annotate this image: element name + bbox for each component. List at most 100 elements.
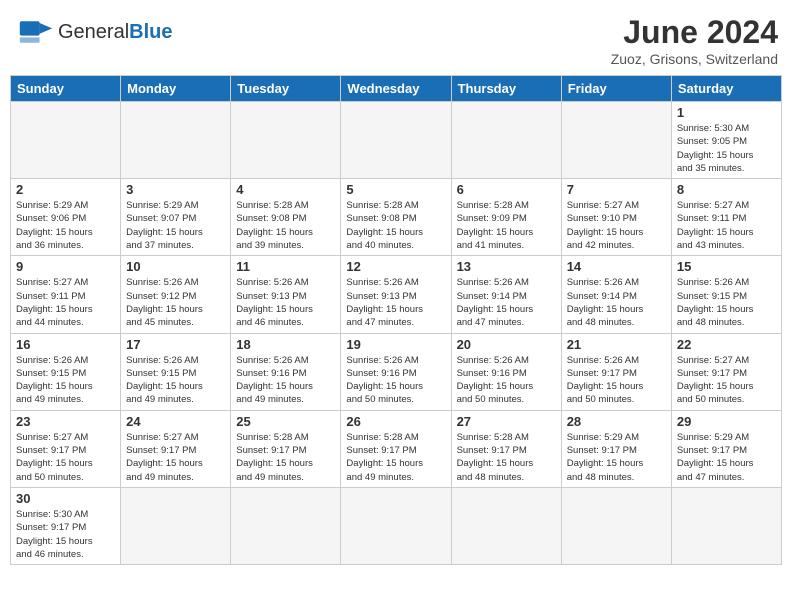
sun-info: Sunrise: 5:26 AM Sunset: 9:15 PM Dayligh… (126, 354, 225, 407)
calendar-cell: 22Sunrise: 5:27 AM Sunset: 9:17 PM Dayli… (671, 333, 781, 410)
day-number: 19 (346, 337, 445, 352)
weekday-header-friday: Friday (561, 76, 671, 102)
calendar-cell: 4 Sunrise: 5:28 AM Sunset: 9:08 PM Daylig… (231, 179, 341, 256)
sun-info: Sunrise: 5:29 AM Sunset: 9:17 PM Dayligh… (567, 431, 666, 484)
sun-info: Sunrise: 5:28 AM Sunset: 9:17 PM Dayligh… (457, 431, 556, 484)
day-number: 20 (457, 337, 556, 352)
calendar-cell: 9Sunrise: 5:27 AM Sunset: 9:11 PM Daylig… (11, 256, 121, 333)
day-number: 5 (346, 182, 445, 197)
sun-info: Sunrise: 5:26 AM Sunset: 9:16 PM Dayligh… (346, 354, 445, 407)
sun-info: Sunrise: 5:27 AM Sunset: 9:17 PM Dayligh… (677, 354, 776, 407)
sun-info: Sunrise: 5:29 AM Sunset: 9:17 PM Dayligh… (677, 431, 776, 484)
calendar-cell: 5Sunrise: 5:28 AM Sunset: 9:08 PM Daylig… (341, 179, 451, 256)
calendar-cell: 14 Sunrise: 5:26 AM Sunset: 9:14 PM Dayli… (561, 256, 671, 333)
sun-info: Sunrise: 5:27 AM Sunset: 9:17 PM Dayligh… (16, 431, 115, 484)
calendar-cell: 3Sunrise: 5:29 AM Sunset: 9:07 PM Daylig… (121, 179, 231, 256)
day-number: 25 (236, 414, 335, 429)
calendar-cell: 28 Sunrise: 5:29 AM Sunset: 9:17 PM Dayli… (561, 410, 671, 487)
calendar-cell: 21 Sunrise: 5:26 AM Sunset: 9:17 PM Dayli… (561, 333, 671, 410)
calendar-cell: 26 Sunrise: 5:28 AM Sunset: 9:17 PM Dayli… (341, 410, 451, 487)
sun-info: Sunrise: 5:26 AM Sunset: 9:13 PM Dayligh… (236, 276, 335, 329)
calendar-cell (231, 102, 341, 179)
calendar-cell: 20 Sunrise: 5:26 AM Sunset: 9:16 PM Dayli… (451, 333, 561, 410)
day-number: 23 (16, 414, 115, 429)
weekday-header-thursday: Thursday (451, 76, 561, 102)
calendar-cell: 1 Sunrise: 5:30 AM Sunset: 9:05 PM Daylig… (671, 102, 781, 179)
weekday-header-wednesday: Wednesday (341, 76, 451, 102)
calendar-week-row: 9Sunrise: 5:27 AM Sunset: 9:11 PM Daylig… (11, 256, 782, 333)
calendar-cell (341, 487, 451, 564)
day-number: 1 (677, 105, 776, 120)
sun-info: Sunrise: 5:28 AM Sunset: 9:17 PM Dayligh… (236, 431, 335, 484)
calendar-cell: 30Sunrise: 5:30 AM Sunset: 9:17 PM Dayli… (11, 487, 121, 564)
day-number: 24 (126, 414, 225, 429)
day-number: 15 (677, 259, 776, 274)
weekday-header-sunday: Sunday (11, 76, 121, 102)
day-number: 12 (346, 259, 445, 274)
sun-info: Sunrise: 5:26 AM Sunset: 9:15 PM Dayligh… (16, 354, 115, 407)
calendar-cell (561, 102, 671, 179)
month-year-title: June 2024 (611, 14, 778, 51)
calendar-week-row: 16 Sunrise: 5:26 AM Sunset: 9:15 PM Dayli… (11, 333, 782, 410)
sun-info: Sunrise: 5:27 AM Sunset: 9:10 PM Dayligh… (567, 199, 666, 252)
day-number: 26 (346, 414, 445, 429)
calendar-week-row: 2 Sunrise: 5:29 AM Sunset: 9:06 PM Daylig… (11, 179, 782, 256)
location-subtitle: Zuoz, Grisons, Switzerland (611, 51, 778, 67)
calendar-cell: 29Sunrise: 5:29 AM Sunset: 9:17 PM Dayli… (671, 410, 781, 487)
logo: GeneralBlue (18, 14, 173, 50)
calendar-cell: 25 Sunrise: 5:28 AM Sunset: 9:17 PM Dayli… (231, 410, 341, 487)
calendar-cell: 17 Sunrise: 5:26 AM Sunset: 9:15 PM Dayli… (121, 333, 231, 410)
day-number: 28 (567, 414, 666, 429)
calendar-cell (451, 487, 561, 564)
day-number: 18 (236, 337, 335, 352)
day-number: 11 (236, 259, 335, 274)
calendar-cell (231, 487, 341, 564)
sun-info: Sunrise: 5:26 AM Sunset: 9:13 PM Dayligh… (346, 276, 445, 329)
weekday-header-tuesday: Tuesday (231, 76, 341, 102)
day-number: 27 (457, 414, 556, 429)
sun-info: Sunrise: 5:28 AM Sunset: 9:08 PM Dayligh… (236, 199, 335, 252)
day-number: 17 (126, 337, 225, 352)
calendar-cell (121, 102, 231, 179)
sun-info: Sunrise: 5:30 AM Sunset: 9:05 PM Dayligh… (677, 122, 776, 175)
calendar-cell: 27 Sunrise: 5:28 AM Sunset: 9:17 PM Dayli… (451, 410, 561, 487)
sun-info: Sunrise: 5:26 AM Sunset: 9:14 PM Dayligh… (457, 276, 556, 329)
day-number: 6 (457, 182, 556, 197)
day-number: 7 (567, 182, 666, 197)
calendar-cell: 2 Sunrise: 5:29 AM Sunset: 9:06 PM Daylig… (11, 179, 121, 256)
calendar-cell: 23 Sunrise: 5:27 AM Sunset: 9:17 PM Dayli… (11, 410, 121, 487)
calendar-cell: 6Sunrise: 5:28 AM Sunset: 9:09 PM Daylig… (451, 179, 561, 256)
calendar-cell: 10Sunrise: 5:26 AM Sunset: 9:12 PM Dayli… (121, 256, 231, 333)
sun-info: Sunrise: 5:28 AM Sunset: 9:17 PM Dayligh… (346, 431, 445, 484)
calendar-cell (121, 487, 231, 564)
calendar-cell: 8 Sunrise: 5:27 AM Sunset: 9:11 PM Daylig… (671, 179, 781, 256)
calendar-cell: 18 Sunrise: 5:26 AM Sunset: 9:16 PM Dayli… (231, 333, 341, 410)
day-number: 8 (677, 182, 776, 197)
sun-info: Sunrise: 5:29 AM Sunset: 9:07 PM Dayligh… (126, 199, 225, 252)
calendar-cell: 12 Sunrise: 5:26 AM Sunset: 9:13 PM Dayli… (341, 256, 451, 333)
calendar-cell: 24Sunrise: 5:27 AM Sunset: 9:17 PM Dayli… (121, 410, 231, 487)
calendar-cell (671, 487, 781, 564)
sun-info: Sunrise: 5:29 AM Sunset: 9:06 PM Dayligh… (16, 199, 115, 252)
day-number: 16 (16, 337, 115, 352)
title-section: June 2024 Zuoz, Grisons, Switzerland (611, 14, 778, 67)
calendar-cell: 15Sunrise: 5:26 AM Sunset: 9:15 PM Dayli… (671, 256, 781, 333)
day-number: 2 (16, 182, 115, 197)
day-number: 14 (567, 259, 666, 274)
sun-info: Sunrise: 5:27 AM Sunset: 9:11 PM Dayligh… (677, 199, 776, 252)
calendar-header-row: SundayMondayTuesdayWednesdayThursdayFrid… (11, 76, 782, 102)
sun-info: Sunrise: 5:26 AM Sunset: 9:17 PM Dayligh… (567, 354, 666, 407)
sun-info: Sunrise: 5:26 AM Sunset: 9:16 PM Dayligh… (236, 354, 335, 407)
calendar-cell (341, 102, 451, 179)
sun-info: Sunrise: 5:26 AM Sunset: 9:12 PM Dayligh… (126, 276, 225, 329)
weekday-header-saturday: Saturday (671, 76, 781, 102)
calendar-week-row: 1 Sunrise: 5:30 AM Sunset: 9:05 PM Daylig… (11, 102, 782, 179)
sun-info: Sunrise: 5:27 AM Sunset: 9:11 PM Dayligh… (16, 276, 115, 329)
calendar-cell: 19 Sunrise: 5:26 AM Sunset: 9:16 PM Dayli… (341, 333, 451, 410)
sun-info: Sunrise: 5:26 AM Sunset: 9:16 PM Dayligh… (457, 354, 556, 407)
sun-info: Sunrise: 5:26 AM Sunset: 9:14 PM Dayligh… (567, 276, 666, 329)
day-number: 4 (236, 182, 335, 197)
calendar-table: SundayMondayTuesdayWednesdayThursdayFrid… (10, 75, 782, 565)
day-number: 21 (567, 337, 666, 352)
calendar-cell: 13Sunrise: 5:26 AM Sunset: 9:14 PM Dayli… (451, 256, 561, 333)
